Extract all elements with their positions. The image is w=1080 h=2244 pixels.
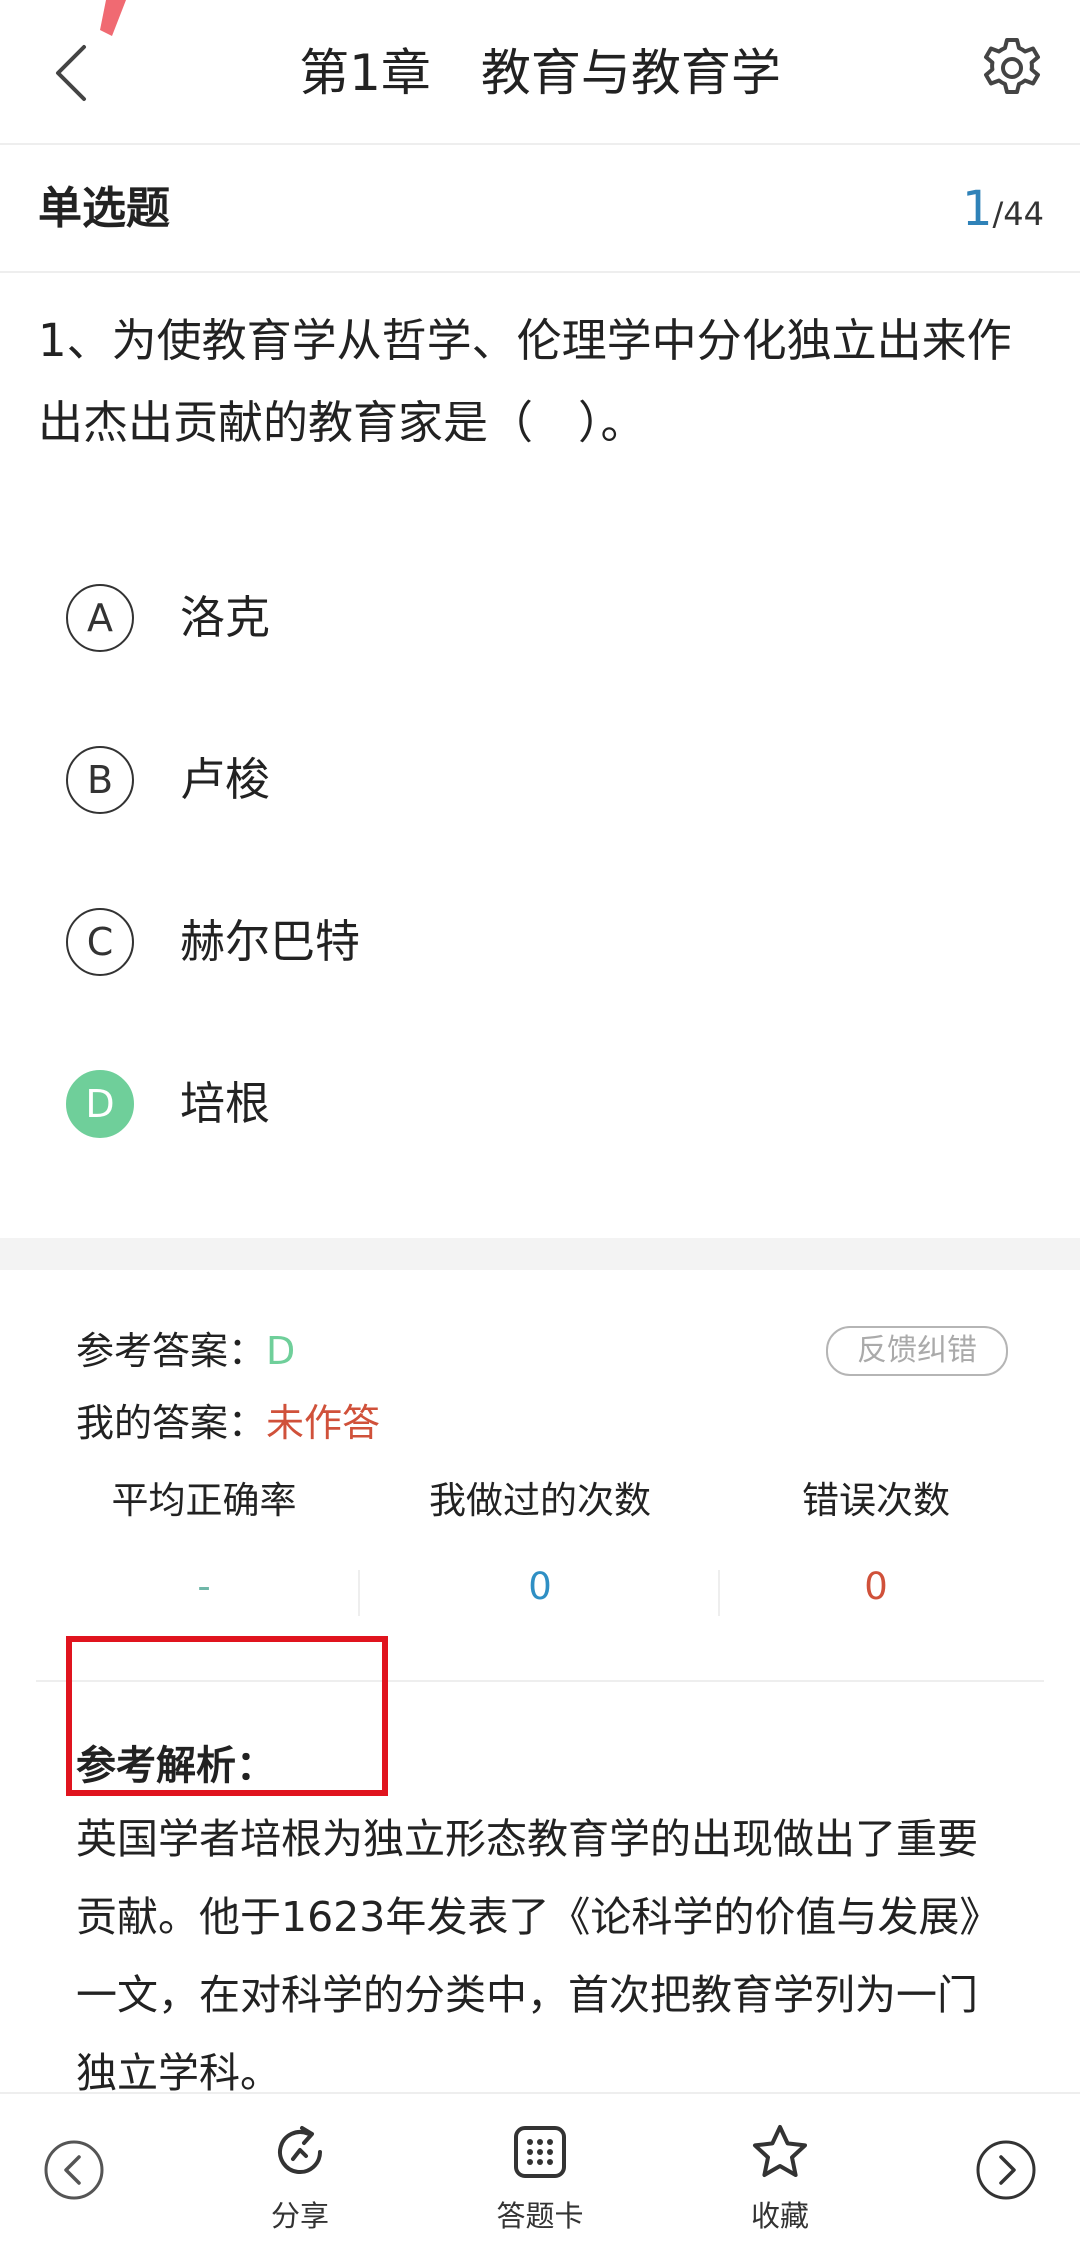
share-label: 分享 bbox=[270, 2199, 329, 2233]
previous-question-button[interactable] bbox=[42, 2138, 106, 2202]
stat-value: 0 bbox=[864, 1565, 888, 1608]
question-counter: 1/44 bbox=[962, 181, 1044, 248]
stat-divider bbox=[358, 1570, 360, 1616]
option-text: 培根 bbox=[180, 1077, 271, 1130]
top-bar: 第1章 教育与教育学 bbox=[0, 0, 1080, 145]
counter-separator: / bbox=[992, 195, 1004, 233]
reference-answer-value: D bbox=[266, 1329, 296, 1373]
page-title: 第1章 教育与教育学 bbox=[299, 44, 781, 102]
option-letter-badge: A bbox=[66, 584, 134, 652]
bottom-toolbar: 分享 答题卡 收藏 bbox=[0, 2092, 1080, 2244]
my-answer-label: 我的答案： bbox=[76, 1401, 267, 1445]
option-d[interactable]: D 培根 bbox=[0, 1046, 1080, 1208]
pen-mark-decoration bbox=[100, 0, 126, 36]
option-letter-badge: B bbox=[66, 746, 134, 814]
answer-card-button[interactable]: 答题卡 bbox=[465, 2122, 615, 2242]
analysis-body: 英国学者培根为独立形态教育学的出现做出了重要贡献。他于1623年发表了《论科学的… bbox=[76, 1815, 1001, 2097]
stat-value: 0 bbox=[528, 1565, 552, 1608]
stat-attempt-count: 我做过的次数 0 bbox=[372, 1470, 708, 1670]
my-answer-row: 我的答案：未作答 bbox=[76, 1397, 380, 1449]
option-letter-badge-correct: D bbox=[66, 1070, 134, 1138]
current-question-number: 1 bbox=[961, 181, 993, 237]
circle-chevron-left-icon bbox=[44, 2140, 104, 2200]
share-button[interactable]: 分享 bbox=[225, 2122, 375, 2242]
reference-answer-label: 参考答案： bbox=[76, 1329, 267, 1373]
stat-error-count: 错误次数 0 bbox=[708, 1470, 1044, 1670]
option-b[interactable]: B 卢梭 bbox=[0, 722, 1080, 884]
settings-button[interactable] bbox=[974, 30, 1050, 106]
grid-icon bbox=[510, 2122, 570, 2182]
option-text: 洛克 bbox=[180, 591, 271, 644]
answer-card-label: 答题卡 bbox=[496, 2199, 584, 2233]
next-question-button[interactable] bbox=[974, 2138, 1038, 2202]
stat-label: 错误次数 bbox=[802, 1479, 950, 1522]
option-list: A 洛克 B 卢梭 C 赫尔巴特 D 培根 bbox=[0, 560, 1080, 1208]
my-answer-value: 未作答 bbox=[266, 1401, 381, 1445]
stat-label: 我做过的次数 bbox=[429, 1479, 651, 1522]
circle-chevron-right-icon bbox=[976, 2140, 1036, 2200]
option-text: 卢梭 bbox=[180, 753, 271, 806]
option-a[interactable]: A 洛克 bbox=[0, 560, 1080, 722]
gear-icon bbox=[984, 38, 1040, 94]
favorite-button[interactable]: 收藏 bbox=[705, 2122, 855, 2242]
annotation-highlight-box bbox=[66, 1636, 388, 1796]
total-question-count: 44 bbox=[1003, 195, 1044, 233]
stat-value: - bbox=[197, 1565, 211, 1608]
stat-label: 平均正确率 bbox=[111, 1479, 297, 1522]
question-text: 1、为使教育学从哲学、伦理学中分化独立出来作出杰出贡献的教育家是（ ）。 bbox=[38, 314, 1012, 449]
option-text: 赫尔巴特 bbox=[180, 915, 361, 968]
stat-divider bbox=[718, 1570, 720, 1616]
star-icon bbox=[750, 2122, 810, 2182]
option-c[interactable]: C 赫尔巴特 bbox=[0, 884, 1080, 1046]
share-icon bbox=[270, 2122, 330, 2182]
question-type-row: 单选题 1/44 bbox=[0, 145, 1080, 273]
feedback-button[interactable]: 反馈纠错 bbox=[826, 1326, 1008, 1376]
reference-answer-row: 参考答案：D bbox=[76, 1325, 295, 1377]
question-type-label: 单选题 bbox=[38, 183, 170, 234]
option-letter-badge: C bbox=[66, 908, 134, 976]
favorite-label: 收藏 bbox=[750, 2199, 809, 2233]
section-divider bbox=[0, 1238, 1080, 1270]
